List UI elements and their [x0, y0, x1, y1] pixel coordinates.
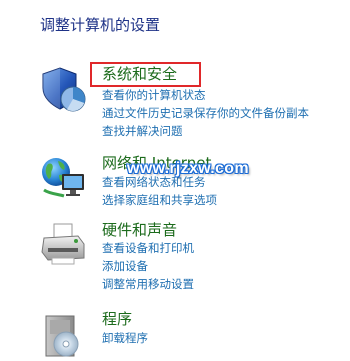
page-title: 调整计算机的设置 — [40, 16, 161, 34]
link-view-computer-status[interactable]: 查看你的计算机状态 — [102, 87, 206, 104]
printer-icon[interactable] — [40, 222, 88, 270]
link-file-history-backup[interactable]: 通过文件历史记录保存你的文件备份副本 — [102, 105, 309, 122]
link-mobility-settings[interactable]: 调整常用移动设置 — [102, 276, 194, 293]
link-devices-printers[interactable]: 查看设备和打印机 — [102, 240, 194, 257]
category-programs[interactable]: 程序 — [102, 309, 132, 329]
link-troubleshoot[interactable]: 查找并解决问题 — [102, 123, 183, 140]
link-homegroup-sharing[interactable]: 选择家庭组和共享选项 — [102, 192, 217, 209]
programs-icon[interactable] — [40, 310, 88, 358]
shield-icon[interactable] — [40, 66, 88, 114]
control-panel-page: 调整计算机的设置 系统和安全 查看你的计算机状态 通过文件历史记录保存你的文件备… — [0, 0, 350, 361]
link-add-device[interactable]: 添加设备 — [102, 258, 148, 275]
network-globe-icon[interactable] — [40, 154, 88, 202]
highlight-box — [90, 62, 201, 87]
watermark: www.rjzxw.com — [127, 160, 249, 177]
category-hardware-sound[interactable]: 硬件和声音 — [102, 220, 177, 240]
link-uninstall-program[interactable]: 卸载程序 — [102, 330, 148, 347]
